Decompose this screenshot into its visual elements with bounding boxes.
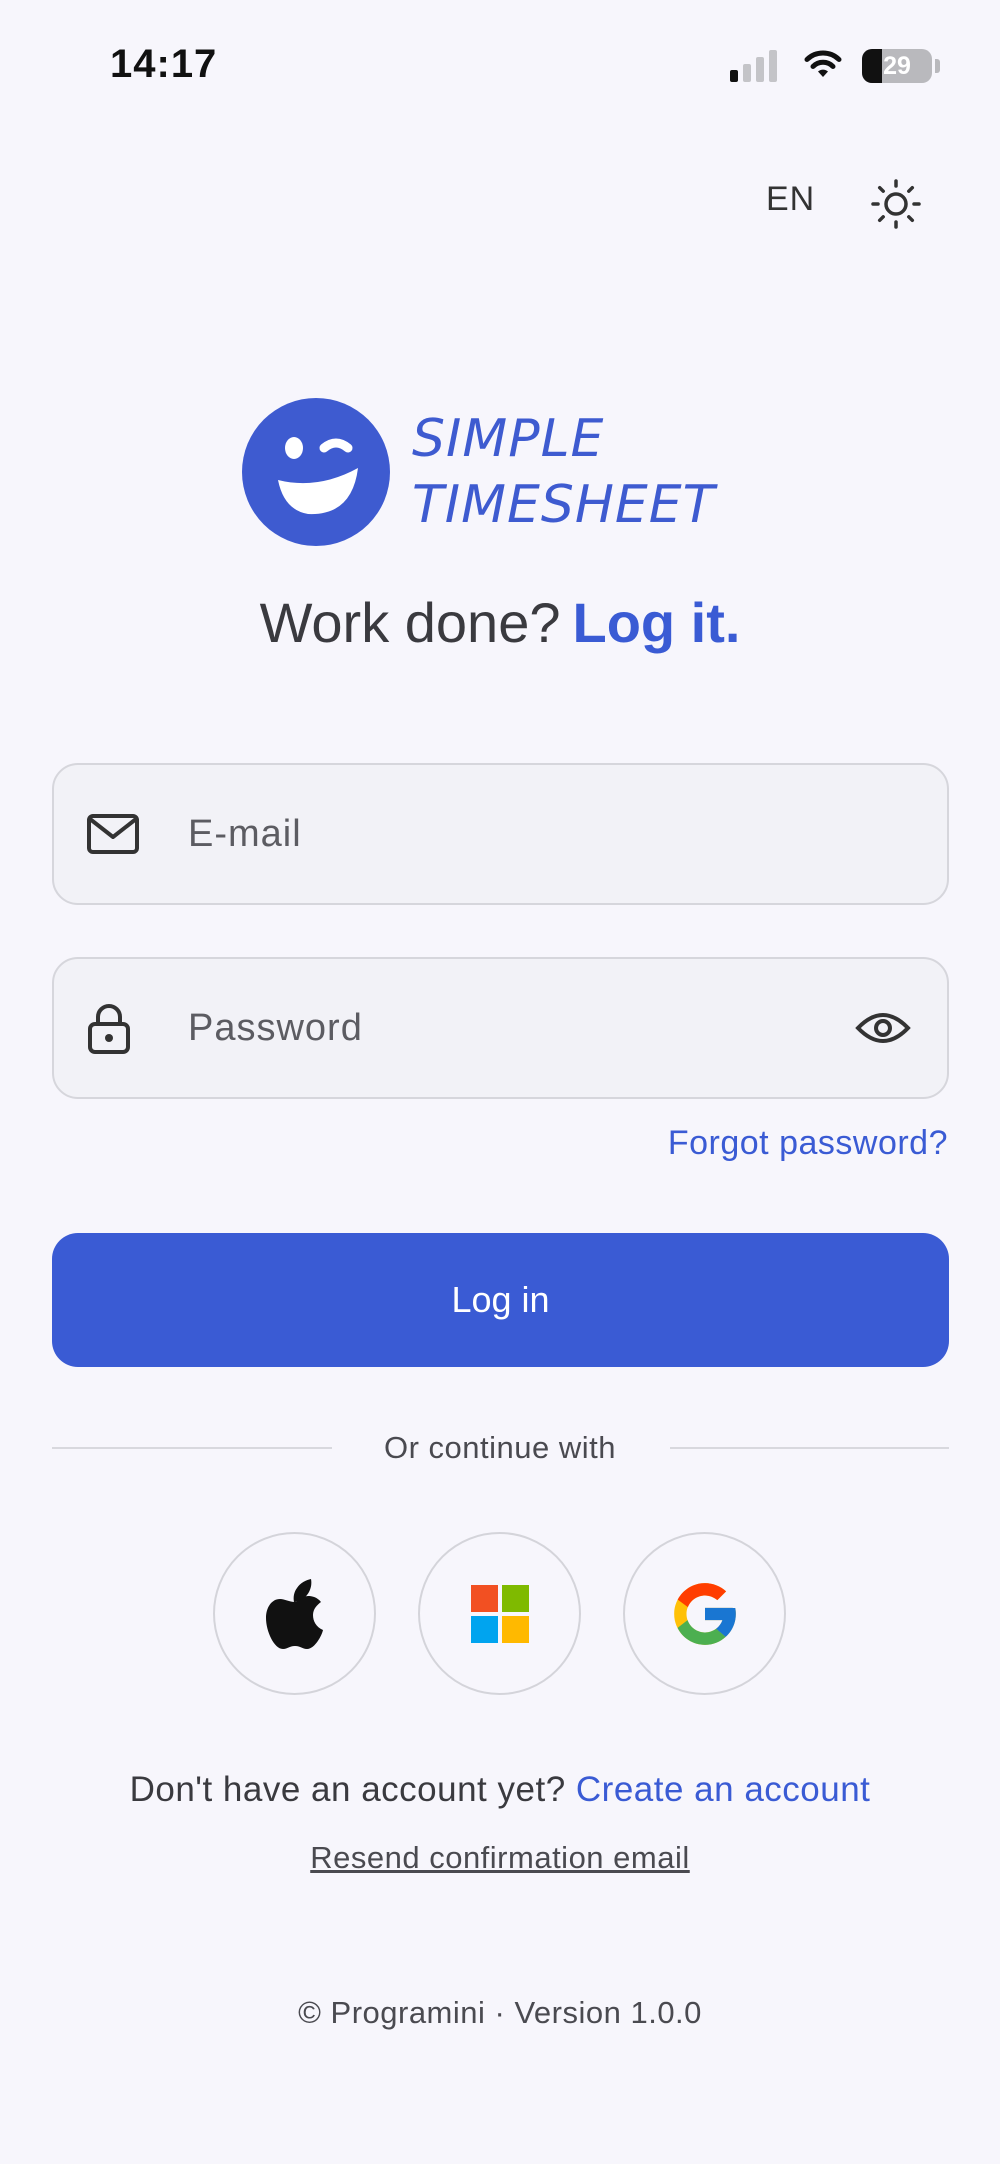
sun-icon bbox=[871, 179, 921, 229]
google-icon bbox=[673, 1582, 736, 1645]
microsoft-icon bbox=[470, 1584, 529, 1643]
eye-icon bbox=[855, 1013, 911, 1043]
login-screen: 14:17 29 EN SIMPLE TIMESHEET Work done? … bbox=[0, 0, 1000, 2164]
password-field[interactable] bbox=[52, 957, 949, 1099]
create-account-link[interactable]: Create an account bbox=[576, 1770, 871, 1809]
signal-icon bbox=[730, 50, 777, 82]
login-button[interactable]: Log in bbox=[52, 1233, 949, 1367]
battery-cap bbox=[935, 59, 940, 73]
tagline: Work done? Log it. bbox=[0, 590, 1000, 655]
language-selector[interactable]: EN bbox=[766, 180, 815, 219]
tagline-accent: Log it. bbox=[572, 591, 741, 654]
app-logo: SIMPLE TIMESHEET bbox=[242, 398, 715, 546]
footer-version: © Programini · Version 1.0.0 bbox=[298, 1995, 702, 2030]
logo-line-2: TIMESHEET bbox=[412, 475, 716, 535]
status-time: 14:17 bbox=[110, 42, 218, 86]
logo-line-1: SIMPLE bbox=[412, 409, 605, 469]
password-input[interactable] bbox=[188, 1006, 853, 1050]
tagline-text: Work done? bbox=[259, 591, 561, 654]
logo-wordmark: SIMPLE TIMESHEET bbox=[412, 406, 715, 538]
resend-confirmation-link[interactable]: Resend confirmation email bbox=[310, 1840, 690, 1875]
show-password-button[interactable] bbox=[853, 1010, 913, 1046]
apple-login-button[interactable] bbox=[213, 1532, 376, 1695]
google-login-button[interactable] bbox=[623, 1532, 786, 1695]
wifi-icon bbox=[804, 50, 842, 77]
mail-icon bbox=[87, 814, 139, 854]
resend-row: Resend confirmation email bbox=[0, 1840, 1000, 1876]
email-input[interactable] bbox=[188, 812, 947, 856]
signup-text: Don't have an account yet? bbox=[129, 1770, 566, 1809]
winking-smiley-logo bbox=[242, 398, 390, 546]
apple-icon bbox=[265, 1578, 323, 1649]
battery-icon: 29 bbox=[862, 49, 932, 83]
microsoft-login-button[interactable] bbox=[418, 1532, 581, 1695]
email-field[interactable] bbox=[52, 763, 949, 905]
signup-prompt: Don't have an account yet? Create an acc… bbox=[0, 1770, 1000, 1810]
divider-right bbox=[670, 1447, 949, 1449]
lock-icon bbox=[88, 1004, 130, 1054]
theme-toggle-button[interactable] bbox=[866, 174, 926, 234]
battery-percent: 29 bbox=[883, 52, 911, 80]
status-bar: 14:17 29 bbox=[0, 0, 1000, 140]
forgot-password-link[interactable]: Forgot password? bbox=[668, 1124, 948, 1163]
